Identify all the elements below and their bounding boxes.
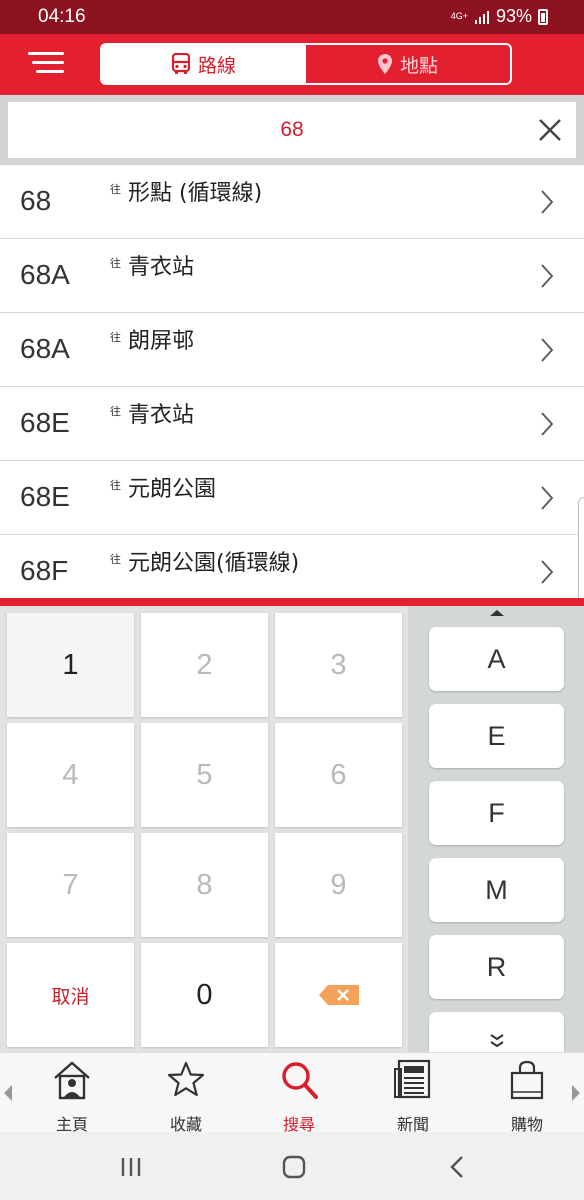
route-row[interactable]: 68F 往 元朗公園(循環線) — [0, 535, 584, 598]
key-7[interactable]: 7 — [7, 833, 134, 937]
scroll-indicator[interactable] — [578, 497, 584, 598]
key-9[interactable]: 9 — [275, 833, 402, 937]
location-pin-icon — [377, 54, 392, 74]
search-bar — [0, 95, 584, 165]
route-destination: 青衣站 — [128, 403, 195, 428]
tab-places[interactable]: 地點 — [306, 45, 510, 83]
recent-apps-icon[interactable] — [116, 1152, 146, 1182]
route-destination: 元朗公園(循環線) — [128, 551, 300, 576]
network-type: 4G+ — [450, 11, 468, 21]
route-number: 68E — [20, 481, 70, 512]
key-6[interactable]: 6 — [275, 723, 402, 827]
chevron-right-icon — [541, 338, 554, 362]
route-destination: 元朗公園 — [128, 477, 217, 502]
route-direction-prefix: 往 — [110, 331, 121, 344]
letter-key-f[interactable]: F — [429, 781, 564, 845]
route-number: 68E — [20, 407, 70, 438]
key-3[interactable]: 3 — [275, 613, 402, 717]
backspace-button[interactable] — [275, 943, 402, 1047]
route-row[interactable]: 68 往 形點 (循環線) — [0, 165, 584, 239]
scroll-up-icon[interactable] — [490, 610, 504, 616]
back-icon[interactable] — [443, 1152, 473, 1182]
chevron-right-icon — [541, 190, 554, 214]
letter-key-r[interactable]: R — [429, 935, 564, 999]
route-destination: 青衣站 — [128, 255, 195, 280]
key-1[interactable]: 1 — [7, 613, 134, 717]
route-number: 68 — [20, 185, 52, 216]
keypad-divider — [0, 598, 584, 606]
chevron-right-icon — [541, 412, 554, 436]
search-input[interactable] — [8, 102, 528, 158]
nav-favourites[interactable]: 收藏 — [146, 1059, 226, 1134]
route-direction-prefix: 往 — [110, 553, 121, 566]
nav-search[interactable]: 搜尋 — [259, 1059, 339, 1134]
battery-icon — [538, 8, 548, 25]
mode-switch: 路線 地點 — [100, 43, 512, 85]
number-pad: 1 2 3 4 5 6 7 8 9 取消 0 — [0, 606, 408, 1052]
status-bar: 04:16 4G+ 93% — [0, 0, 584, 34]
backspace-icon — [318, 985, 359, 1005]
key-0[interactable]: 0 — [141, 943, 268, 1047]
route-number: 68A — [20, 333, 70, 364]
home-user-icon — [54, 1061, 90, 1100]
bottom-nav: 主頁 收藏 搜尋 新聞 購物 — [0, 1052, 584, 1134]
key-5[interactable]: 5 — [141, 723, 268, 827]
tab-routes[interactable]: 路線 — [102, 45, 306, 83]
menu-icon — [28, 52, 64, 55]
tab-routes-label: 路線 — [197, 54, 236, 77]
nav-home[interactable]: 主頁 — [32, 1059, 112, 1134]
app-header: 路線 地點 — [0, 34, 584, 95]
home-button-icon[interactable] — [279, 1152, 309, 1182]
key-2[interactable]: 2 — [141, 613, 268, 717]
status-indicators: 4G+ 93% — [451, 6, 548, 27]
chevron-right-icon — [541, 264, 554, 288]
bus-icon — [171, 53, 190, 74]
menu-button[interactable] — [28, 52, 64, 76]
star-icon — [167, 1061, 205, 1097]
route-direction-prefix: 往 — [110, 479, 121, 492]
route-direction-prefix: 往 — [110, 183, 121, 196]
newspaper-icon — [394, 1059, 431, 1099]
app-root: 04:16 4G+ 93% 路線 地點 68 68 往 形點 (循環線) 68A… — [0, 0, 584, 1200]
letter-pad: A E F M R — [408, 606, 584, 1052]
search-icon — [282, 1062, 318, 1099]
route-number: 68F — [20, 555, 69, 586]
battery-percent: 93% — [495, 6, 532, 26]
clear-icon[interactable] — [536, 116, 564, 144]
status-time: 04:16 — [38, 6, 86, 27]
chevron-right-icon — [541, 486, 554, 510]
scroll-down-icon[interactable] — [488, 1034, 506, 1048]
route-row[interactable]: 68E 往 元朗公園 — [0, 461, 584, 535]
key-8[interactable]: 8 — [141, 833, 268, 937]
system-nav-bar — [0, 1132, 584, 1200]
search-box — [8, 102, 576, 158]
route-list: 68 往 形點 (循環線) 68A 往 青衣站 68A 往 朗屏邨 68E 往 … — [0, 165, 584, 598]
nav-left-arrow-icon[interactable] — [4, 1085, 12, 1101]
route-row[interactable]: 68A 往 青衣站 — [0, 239, 584, 313]
chevron-right-icon — [541, 560, 554, 584]
route-row[interactable]: 68A 往 朗屏邨 — [0, 313, 584, 387]
route-destination: 形點 (循環線) — [128, 181, 263, 206]
shopping-bag-icon — [510, 1060, 544, 1100]
tab-places-label: 地點 — [399, 54, 438, 77]
nav-shopping[interactable]: 購物 — [487, 1059, 567, 1134]
route-destination: 朗屏邨 — [128, 329, 195, 354]
letter-key-a[interactable]: A — [429, 627, 564, 691]
key-4[interactable]: 4 — [7, 723, 134, 827]
letter-key-m[interactable]: M — [429, 858, 564, 922]
nav-news[interactable]: 新聞 — [373, 1059, 453, 1134]
signal-icon — [474, 10, 489, 24]
route-row[interactable]: 68E 往 青衣站 — [0, 387, 584, 461]
letter-key-e[interactable]: E — [429, 704, 564, 768]
route-number: 68A — [20, 259, 70, 290]
route-direction-prefix: 往 — [110, 257, 121, 270]
cancel-button[interactable]: 取消 — [7, 943, 134, 1047]
route-direction-prefix: 往 — [110, 405, 121, 418]
nav-right-arrow-icon[interactable] — [572, 1085, 580, 1101]
route-keypad: 1 2 3 4 5 6 7 8 9 取消 0 A E F M R — [0, 606, 584, 1052]
